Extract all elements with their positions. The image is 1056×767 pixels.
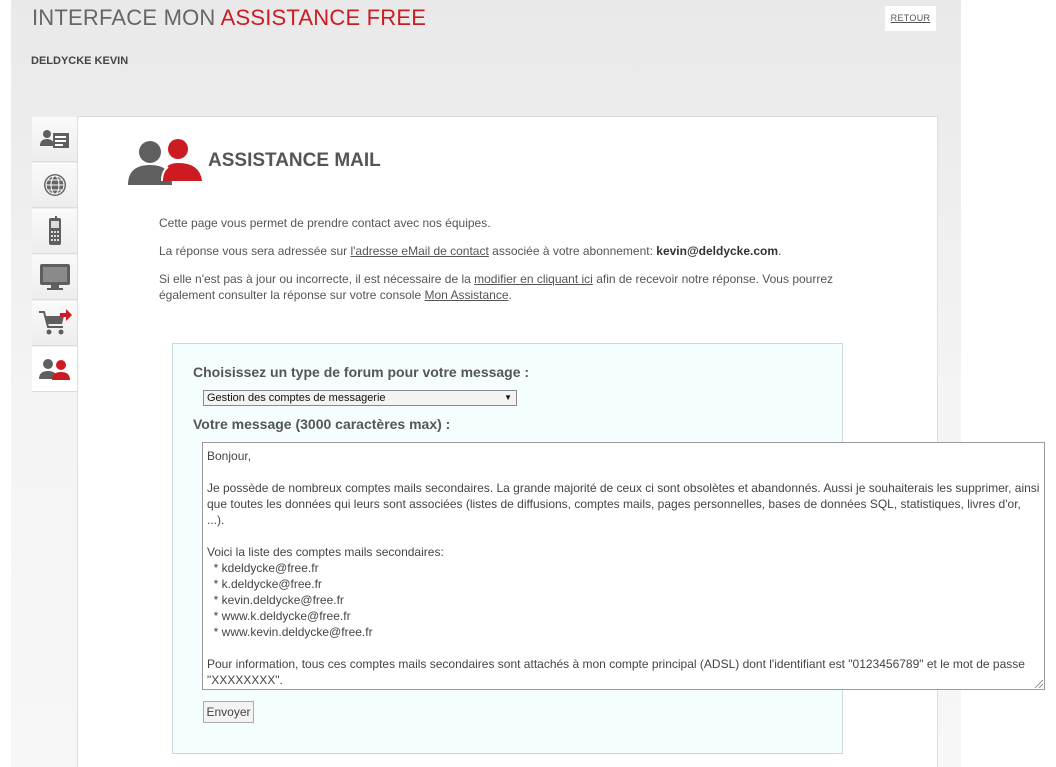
nav-item-internet[interactable] [32,163,77,208]
reply-text: La réponse vous sera adressée sur l'adre… [159,243,859,259]
monitor-icon [39,264,70,290]
reply-suffix: . [778,244,782,258]
message-line: Bonjour, [207,449,252,463]
message-line: Voici la liste des comptes mails seconda… [207,545,444,559]
side-nav [32,117,78,393]
mon-assistance-link[interactable]: Mon Assistance [424,288,508,302]
reply-middle: associée à votre abonnement: [488,244,657,258]
message-line [207,640,1040,656]
forum-type-select[interactable]: Gestion des comptes de messagerie ▼ [203,390,517,406]
contact-email-link[interactable]: l'adresse eMail de contact [350,244,488,258]
app-title: INTERFACE MON ASSISTANCE FREE [32,5,426,31]
message-line: * www.kevin.deldycke@free.fr [207,625,373,639]
dropdown-arrow-icon: ▼ [504,393,512,402]
message-line [207,464,1040,480]
message-line: * kdeldycke@free.fr [207,561,319,575]
message-label: Votre message (3000 caractères max) : [193,416,451,432]
globe-icon [43,174,66,196]
assistance-users-icon [39,359,70,380]
message-textarea[interactable]: Bonjour, Je possède de nombreux comptes … [202,442,1045,690]
app-title-prefix: INTERFACE MON [32,5,216,30]
resize-grip-icon[interactable] [1035,680,1043,688]
message-line: Je possède de nombreux comptes mails sec… [207,481,1043,527]
nav-item-assistance[interactable] [32,347,78,392]
user-name: DELDYCKE KEVIN [31,55,129,67]
app-title-brand: ASSISTANCE FREE [220,5,427,30]
nav-item-contact[interactable] [32,117,77,162]
message-line: Pour information, tous ces comptes mails… [207,657,1029,687]
cart-icon [38,309,72,335]
forum-type-label: Choisissez un type de forum pour votre m… [193,364,530,380]
update-prefix: Si elle n'est pas à jour ou incorrecte, … [159,272,475,286]
nav-item-tv[interactable] [32,255,77,300]
assistance-mail-icon [128,139,202,185]
message-line: * www.k.deldycke@free.fr [207,609,351,623]
back-button[interactable]: RETOUR [885,6,936,31]
message-line: * kevin.deldycke@free.fr [207,593,344,607]
nav-item-mobile[interactable] [32,209,77,254]
nav-item-shop[interactable] [32,301,77,346]
message-line: * k.deldycke@free.fr [207,577,322,591]
page-title: ASSISTANCE MAIL [208,150,381,171]
contact-card-icon [39,130,69,148]
mobile-phone-icon [48,216,61,245]
intro-text: Cette page vous permet de prendre contac… [159,216,491,230]
contact-email-value: kevin@deldycke.com [656,244,779,258]
update-suffix: . [508,288,512,302]
forum-type-value: Gestion des comptes de messagerie [207,392,386,404]
reply-prefix: La réponse vous sera adressée sur [159,244,351,258]
modify-link[interactable]: modifier en cliquant ici [474,272,593,286]
send-button[interactable]: Envoyer [203,701,254,723]
message-line [207,528,1040,544]
update-text: Si elle n'est pas à jour ou incorrecte, … [159,271,871,303]
